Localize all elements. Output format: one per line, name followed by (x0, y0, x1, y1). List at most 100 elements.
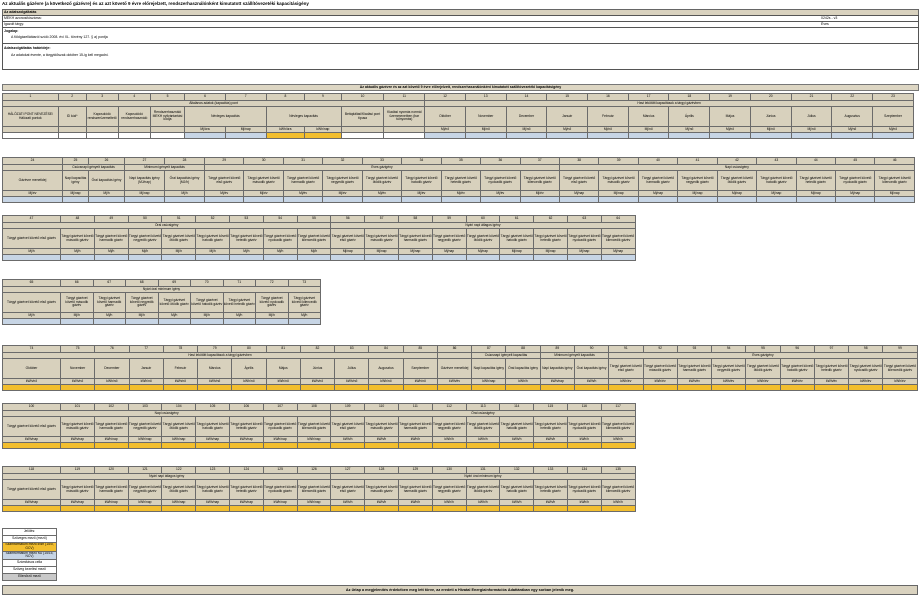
data-cell[interactable] (383, 132, 426, 139)
data-cell[interactable] (164, 196, 205, 203)
data-cell[interactable] (600, 442, 636, 449)
data-cell[interactable] (627, 132, 670, 139)
data-cell[interactable] (499, 505, 535, 512)
data-cell[interactable] (533, 254, 568, 261)
data-cell[interactable] (709, 132, 751, 139)
data-cell[interactable] (834, 196, 876, 203)
data-cell[interactable] (222, 318, 256, 325)
data-cell[interactable] (499, 254, 535, 261)
data-cell[interactable] (149, 132, 186, 139)
data-cell[interactable] (573, 384, 610, 391)
data-cell[interactable] (464, 132, 507, 139)
data-cell[interactable] (287, 318, 321, 325)
data-cell[interactable] (340, 132, 385, 139)
data-cell[interactable] (533, 505, 568, 512)
data-cell[interactable] (88, 196, 125, 203)
data-cell[interactable] (203, 196, 245, 203)
data-cell[interactable] (668, 132, 711, 139)
data-cell[interactable] (711, 384, 747, 391)
data-cell[interactable] (608, 384, 644, 391)
data-cell[interactable] (228, 505, 264, 512)
data-cell[interactable] (637, 196, 679, 203)
data-cell[interactable] (2, 254, 61, 261)
data-cell[interactable] (848, 384, 884, 391)
data-cell[interactable] (296, 442, 332, 449)
data-cell[interactable] (519, 196, 560, 203)
data-cell[interactable] (566, 254, 602, 261)
data-cell[interactable] (676, 384, 713, 391)
data-cell[interactable] (831, 132, 874, 139)
data-cell[interactable] (431, 254, 467, 261)
data-cell[interactable] (2, 132, 59, 139)
data-cell[interactable] (745, 384, 781, 391)
data-cell[interactable] (756, 196, 797, 203)
data-cell[interactable] (600, 254, 636, 261)
data-cell[interactable] (62, 196, 89, 203)
data-cell[interactable] (162, 384, 199, 391)
data-cell[interactable] (795, 196, 837, 203)
data-cell[interactable] (92, 318, 126, 325)
data-cell[interactable] (231, 384, 267, 391)
data-cell[interactable] (93, 442, 129, 449)
data-cell[interactable] (117, 132, 151, 139)
data-cell[interactable] (749, 132, 792, 139)
data-cell[interactable] (334, 384, 370, 391)
data-cell[interactable] (195, 254, 230, 261)
data-cell[interactable] (424, 132, 466, 139)
data-cell[interactable] (330, 505, 366, 512)
data-cell[interactable] (60, 254, 95, 261)
data-cell[interactable] (431, 505, 467, 512)
data-cell[interactable] (265, 384, 301, 391)
data-cell[interactable] (2, 196, 63, 203)
data-cell[interactable] (299, 384, 336, 391)
data-cell[interactable] (127, 505, 163, 512)
data-cell[interactable] (265, 132, 306, 139)
data-cell[interactable] (161, 442, 197, 449)
data-cell[interactable] (161, 254, 197, 261)
data-cell[interactable] (401, 196, 442, 203)
data-cell[interactable] (127, 442, 163, 449)
data-cell[interactable] (566, 442, 602, 449)
data-cell[interactable] (874, 196, 915, 203)
data-cell[interactable] (587, 132, 629, 139)
data-cell[interactable] (197, 384, 233, 391)
data-cell[interactable] (190, 318, 224, 325)
data-cell[interactable] (431, 442, 467, 449)
data-cell[interactable] (533, 442, 568, 449)
data-cell[interactable] (125, 318, 159, 325)
data-cell[interactable] (499, 442, 535, 449)
data-cell[interactable] (124, 196, 165, 203)
data-cell[interactable] (127, 254, 163, 261)
data-cell[interactable] (566, 505, 602, 512)
data-cell[interactable] (243, 196, 284, 203)
data-cell[interactable] (872, 132, 914, 139)
data-cell[interactable] (322, 196, 363, 203)
data-cell[interactable] (85, 132, 119, 139)
data-cell[interactable] (94, 384, 130, 391)
data-cell[interactable] (465, 254, 501, 261)
data-cell[interactable] (539, 384, 575, 391)
data-cell[interactable] (440, 196, 482, 203)
data-cell[interactable] (2, 384, 61, 391)
data-cell[interactable] (60, 442, 95, 449)
data-cell[interactable] (505, 384, 541, 391)
data-cell[interactable] (465, 505, 501, 512)
data-cell[interactable] (600, 505, 636, 512)
data-cell[interactable] (330, 254, 366, 261)
data-cell[interactable] (813, 384, 850, 391)
data-cell[interactable] (93, 505, 129, 512)
data-cell[interactable] (60, 318, 94, 325)
data-cell[interactable] (364, 254, 399, 261)
data-cell[interactable] (397, 254, 433, 261)
data-cell[interactable] (558, 196, 600, 203)
data-cell[interactable] (364, 505, 399, 512)
data-cell[interactable] (255, 318, 289, 325)
data-cell[interactable] (262, 254, 298, 261)
data-cell[interactable] (882, 384, 918, 391)
data-cell[interactable] (361, 196, 403, 203)
data-cell[interactable] (364, 442, 399, 449)
data-cell[interactable] (296, 254, 332, 261)
data-cell[interactable] (224, 132, 267, 139)
data-cell[interactable] (330, 442, 366, 449)
data-cell[interactable] (402, 384, 438, 391)
